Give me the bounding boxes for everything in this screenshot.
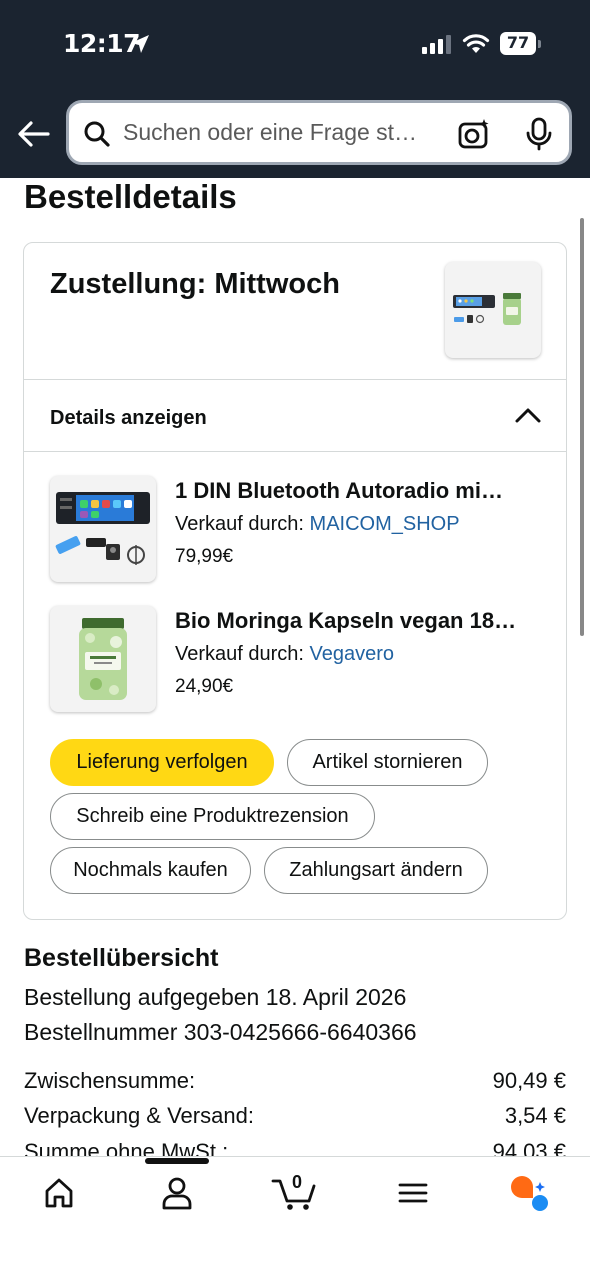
item-price: 24,90€ [175, 676, 234, 697]
details-toggle-label: Details anzeigen [50, 407, 207, 429]
cancel-items-button[interactable]: Artikel stornieren [287, 739, 488, 786]
tab-active-indicator [145, 1158, 209, 1164]
delivery-card: Zustellung: Mittwoch Details anzeigen 1 … [23, 242, 567, 920]
item-seller: Verkauf durch: MAICOM_SHOP [175, 513, 460, 536]
search-icon [84, 121, 110, 147]
top-bar: 12:17 77 [0, 0, 590, 178]
seller-link[interactable]: MAICOM_SHOP [310, 513, 460, 535]
scrollbar[interactable] [580, 218, 584, 636]
item-image-moringa[interactable] [50, 606, 156, 712]
item-price: 79,99€ [175, 546, 234, 567]
order-item[interactable]: Bio Moringa Kapseln vegan 18… Verkauf du… [50, 606, 550, 714]
seller-prefix: Verkauf durch: [175, 513, 310, 535]
buy-again-button[interactable]: Nochmals kaufen [50, 847, 251, 894]
menu-icon[interactable] [398, 1176, 428, 1210]
delivery-title: Zustellung: Mittwoch [50, 268, 340, 300]
cart-count: 0 [292, 1172, 303, 1192]
battery-icon: 77 [500, 32, 541, 56]
search-bar[interactable] [66, 100, 572, 165]
item-title[interactable]: Bio Moringa Kapseln vegan 18… [175, 608, 545, 634]
page-title: Bestelldetails [24, 178, 237, 215]
divider [24, 451, 566, 452]
camera-icon[interactable] [457, 117, 491, 151]
change-payment-button[interactable]: Zahlungsart ändern [264, 847, 488, 894]
subtotal-value: 90,49 € [492, 1068, 566, 1093]
order-number: Bestellnummer 303-0425666-6640366 [24, 1019, 417, 1045]
search-input[interactable] [123, 119, 443, 146]
item-seller: Verkauf durch: Vegavero [175, 643, 394, 666]
battery-level: 77 [506, 33, 530, 52]
home-icon[interactable] [43, 1176, 75, 1210]
shipping-value: 3,54 € [504, 1103, 566, 1128]
mic-icon[interactable] [524, 116, 554, 152]
item-title[interactable]: 1 DIN Bluetooth Autoradio mi… [175, 478, 545, 504]
wifi-icon [462, 34, 490, 53]
shipping-label: Verpackung & Versand: [24, 1103, 254, 1128]
details-toggle[interactable]: Details anzeigen [24, 380, 566, 452]
order-placed-date: Bestellung aufgegeben 18. April 2026 [24, 984, 407, 1010]
profile-icon[interactable] [160, 1176, 194, 1210]
products-image [453, 293, 521, 325]
subtotal-label: Zwischensumme: [24, 1068, 196, 1093]
signal-icon [422, 35, 451, 54]
track-delivery-button[interactable]: Lieferung verfolgen [50, 739, 274, 786]
summary-title: Bestellübersicht [24, 944, 219, 972]
order-item[interactable]: 1 DIN Bluetooth Autoradio mi… Verkauf du… [50, 476, 550, 584]
item-image-car-radio[interactable] [50, 476, 156, 582]
delivery-thumbnail[interactable] [445, 262, 541, 358]
seller-prefix: Verkauf durch: [175, 643, 310, 665]
back-arrow-icon[interactable] [14, 114, 54, 154]
location-arrow-icon [131, 35, 149, 53]
rufus-ai-icon[interactable] [508, 1172, 550, 1214]
write-review-button[interactable]: Schreib eine Produktrezension [50, 793, 375, 840]
chevron-up-icon [515, 408, 541, 423]
seller-link[interactable]: Vegavero [310, 643, 395, 665]
